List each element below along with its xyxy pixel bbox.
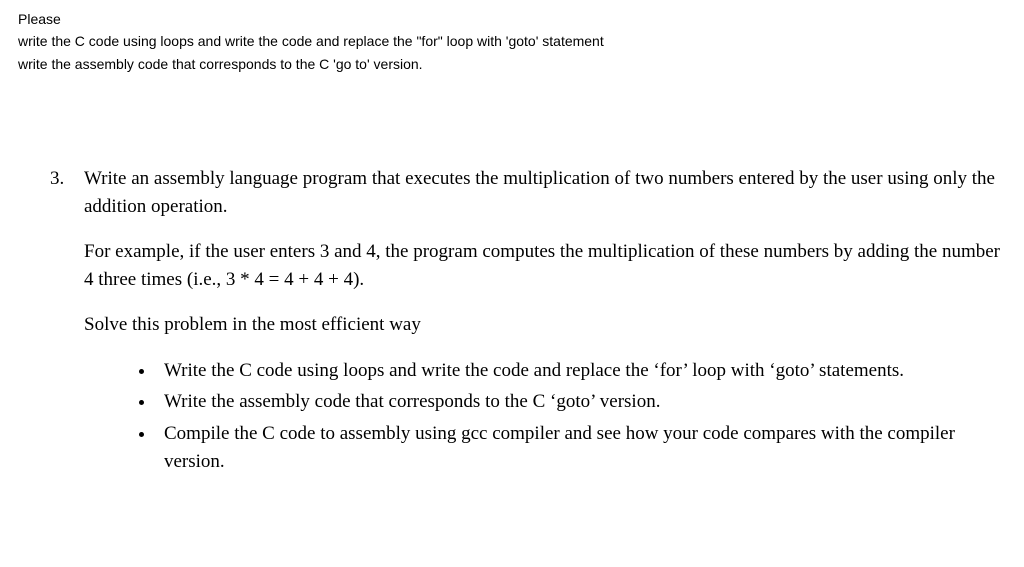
question-intro: Write an assembly language program that … xyxy=(84,165,1006,220)
question-item: 3. Write an assembly language program th… xyxy=(50,165,1006,479)
question-number: 3. xyxy=(50,165,78,479)
list-item: Write the assembly code that corresponds… xyxy=(156,388,1006,416)
question-example: For example, if the user enters 3 and 4,… xyxy=(84,238,1006,293)
header-line-1: Please xyxy=(18,8,1006,30)
question-solve: Solve this problem in the most efficient… xyxy=(84,311,1006,339)
list-item: Compile the C code to assembly using gcc… xyxy=(156,420,1006,475)
list-item: Write the C code using loops and write t… xyxy=(156,357,1006,385)
instruction-header: Please write the C code using loops and … xyxy=(18,8,1006,75)
question-body: Write an assembly language program that … xyxy=(84,165,1006,479)
bullet-list: Write the C code using loops and write t… xyxy=(84,357,1006,475)
question-section: 3. Write an assembly language program th… xyxy=(18,165,1006,479)
header-line-2: write the C code using loops and write t… xyxy=(18,30,1006,52)
header-line-3: write the assembly code that corresponds… xyxy=(18,53,1006,75)
